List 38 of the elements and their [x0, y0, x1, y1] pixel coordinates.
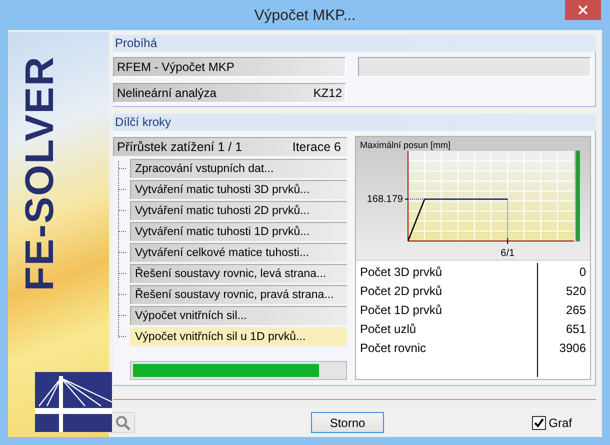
search-icon: [115, 414, 131, 430]
step-item: Vytváření matic tuhosti 1D prvků...: [130, 222, 347, 241]
step-item: Výpočet vnitřních sil...: [130, 306, 347, 325]
stat-label: Počet 3D prvků: [359, 264, 444, 281]
stat-value: 0: [578, 264, 587, 281]
stat-value: 265: [564, 302, 587, 319]
search-button[interactable]: [111, 412, 135, 433]
step-item: Řešení soustavy rovnic, levá strana...: [130, 264, 347, 283]
program-field: RFEM - Výpočet MKP: [113, 57, 346, 77]
section-header: Dílčí kroky: [113, 114, 596, 131]
graph-label[interactable]: Graf: [548, 416, 572, 430]
step-item: Vytváření matic tuhosti 2D prvků...: [130, 201, 347, 220]
section-header: Probíhá: [113, 35, 596, 52]
stat-label: Počet 1D prvků: [359, 302, 444, 319]
stat-label: Počet 2D prvků: [359, 283, 444, 300]
x-tick-label: 6/1: [500, 248, 515, 259]
stat-value: 651: [564, 321, 587, 338]
step-item: Vytváření matic tuhosti 3D prvků...: [130, 180, 347, 199]
graph-checkbox[interactable]: [532, 416, 546, 430]
step-item: Vytváření celkové matice tuhosti...: [130, 243, 347, 262]
step-item: Řešení soustavy rovnic, pravá strana...: [130, 285, 347, 304]
stat-label: Počet rovnic: [359, 340, 428, 357]
step-item: Zpracování vstupních dat...: [130, 159, 347, 178]
analysis-label: Nelineární analýza: [117, 86, 216, 100]
increment-label: Přírůstek zatížení 1 / 1: [117, 140, 242, 154]
banner-title: FE-SOLVER: [20, 56, 60, 291]
cancel-button[interactable]: Storno: [311, 412, 384, 433]
load-combination-label: KZ12: [313, 86, 342, 100]
close-icon: [578, 5, 588, 15]
window-title: Výpočet MKP...: [254, 6, 356, 24]
stat-label: Počet uzlů: [359, 321, 418, 338]
stat-value: 3906: [558, 340, 587, 357]
step-item: Výpočet vnitřních sil u 1D prvků...: [130, 327, 347, 346]
stat-value: 520: [564, 283, 587, 300]
chart-title: Maximální posun [mm]: [360, 140, 451, 150]
close-button[interactable]: [565, 0, 601, 20]
iteration-label: Iterace 6: [292, 140, 341, 154]
y-tick-label: 168.179: [366, 194, 403, 206]
